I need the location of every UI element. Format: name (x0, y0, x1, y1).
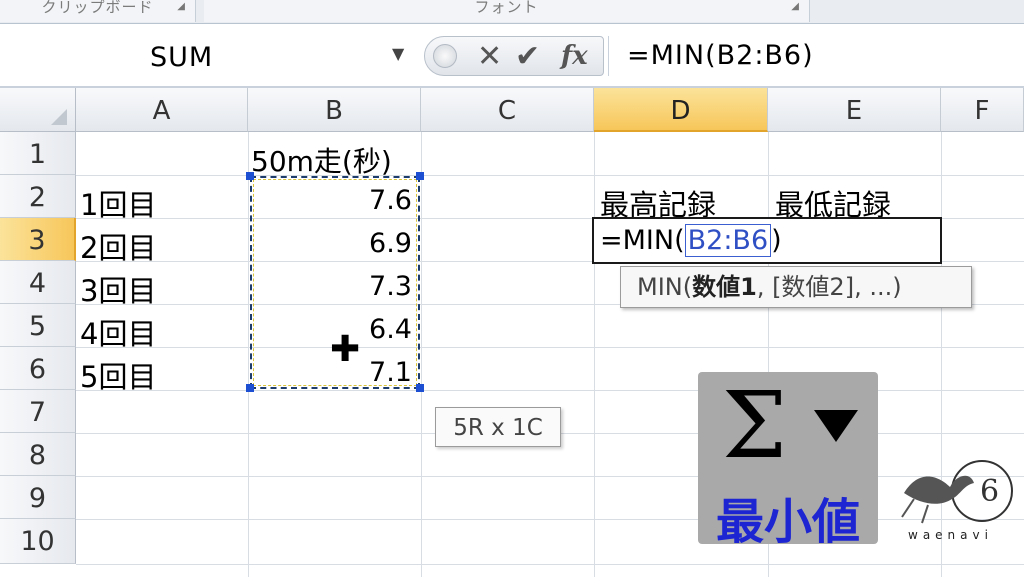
edit-formula-suffix: ) (771, 225, 782, 256)
row-header-1[interactable]: 1 (0, 132, 76, 175)
gridline (76, 347, 1024, 348)
ribbon-group-label: クリップボード (41, 0, 154, 16)
edit-formula-prefix: =MIN( (600, 225, 685, 256)
column-header-a[interactable]: A (76, 88, 248, 132)
ribbon: クリップボード ◢ フォント ◢ (0, 0, 1024, 24)
logo-text: waenavi (908, 528, 993, 542)
selection-handle[interactable] (416, 384, 424, 392)
selection-handle[interactable] (246, 172, 254, 180)
gridline (76, 519, 1024, 520)
selection-handle[interactable] (246, 384, 254, 392)
column-header-f[interactable]: F (941, 88, 1024, 132)
selection-handle[interactable] (416, 172, 424, 180)
overlay-caption: 最小値 (715, 494, 860, 550)
chevron-down-icon[interactable]: ▼ (392, 44, 404, 63)
dialog-launcher-icon[interactable]: ◢ (791, 1, 799, 12)
cell-b1[interactable]: 50m走(秒) (251, 140, 392, 180)
ribbon-group-font: フォント ◢ (204, 0, 810, 22)
selection-size-tooltip: 5R x 1C (435, 407, 561, 447)
row-header-4[interactable]: 4 (0, 261, 76, 304)
tooltip-arg1[interactable]: 数値1 (692, 273, 757, 301)
gridline (248, 132, 249, 577)
sigma-icon: Σ (722, 372, 788, 479)
cancel-icon[interactable]: ✕ (477, 39, 502, 74)
row-header-9[interactable]: 9 (0, 476, 76, 519)
ribbon-group-label: フォント (474, 0, 539, 16)
autosum-overlay: Σ 最小値 (698, 372, 878, 550)
name-box-value: SUM (150, 42, 214, 73)
cell-a5[interactable]: 4回目 (80, 311, 156, 353)
resize-grip-icon[interactable] (433, 44, 457, 68)
dialog-launcher-icon[interactable]: ◢ (177, 1, 185, 12)
cell-d3-editor[interactable]: =MIN(B2:B6) (592, 217, 942, 264)
cell-a2[interactable]: 1回目 (80, 182, 156, 224)
tooltip-func: MIN( (637, 273, 693, 301)
svg-text:6: 6 (980, 474, 999, 509)
cell-cursor-icon: ✚ (330, 329, 361, 370)
waenavi-logo: 6 waenavi (894, 455, 1014, 545)
row-header-10[interactable]: 10 (0, 519, 76, 564)
column-header-d[interactable]: D (594, 88, 768, 132)
gridline (76, 175, 1024, 176)
gridline (421, 132, 422, 577)
column-header-c[interactable]: C (421, 88, 594, 132)
cell-a6[interactable]: 5回目 (80, 354, 156, 396)
row-header-8[interactable]: 8 (0, 433, 76, 476)
formula-buttons: ✕ ✔ fx (424, 36, 604, 76)
row-header-2[interactable]: 2 (0, 175, 76, 218)
function-tooltip: MIN(数値1, [数値2], ...) (620, 266, 972, 308)
select-all-button[interactable] (0, 88, 76, 132)
row-header-6[interactable]: 6 (0, 347, 76, 390)
gridline (76, 390, 1024, 391)
column-header-b[interactable]: B (248, 88, 421, 132)
formula-input[interactable]: =MIN(B2:B6) (608, 36, 1024, 76)
column-header-e[interactable]: E (768, 88, 941, 132)
select-all-icon (51, 109, 67, 125)
bird-logo-icon: 6 (901, 460, 1013, 524)
row-header-3[interactable]: 3 (0, 218, 76, 261)
gridline (594, 132, 595, 577)
edit-formula: =MIN(B2:B6) (600, 224, 782, 257)
enter-icon[interactable]: ✔ (515, 39, 540, 74)
edit-formula-reference: B2:B6 (684, 224, 772, 257)
formula-bar: SUM ▼ ✕ ✔ fx =MIN(B2:B6) (0, 24, 1024, 88)
cell-a3[interactable]: 2回目 (80, 225, 156, 267)
ribbon-group-clipboard: クリップボード ◢ (0, 0, 196, 22)
row-header-7[interactable]: 7 (0, 390, 76, 433)
insert-function-icon[interactable]: fx (561, 41, 588, 71)
triangle-down-icon (814, 410, 858, 442)
tooltip-rest: , [数値2], ...) (756, 273, 902, 301)
gridline (76, 564, 1024, 565)
cell-a4[interactable]: 3回目 (80, 268, 156, 310)
gridline (76, 476, 1024, 477)
row-header-5[interactable]: 5 (0, 304, 76, 347)
formula-text: =MIN(B2:B6) (627, 40, 814, 71)
name-box[interactable]: SUM ▼ (0, 34, 418, 78)
